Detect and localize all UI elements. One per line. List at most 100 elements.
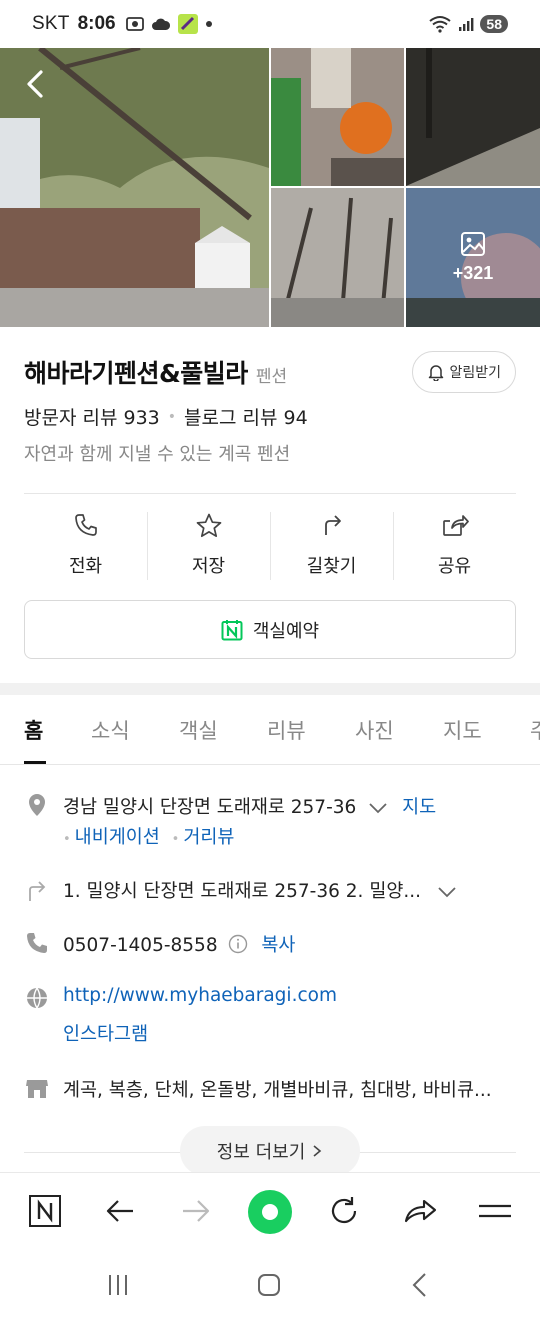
call-button-label: 전화 xyxy=(68,556,103,577)
call-button[interactable]: 전화 xyxy=(24,510,147,582)
separator-dot: • xyxy=(63,832,71,847)
save-button[interactable]: 저장 xyxy=(147,510,270,582)
more-info-button[interactable]: 정보 더보기 xyxy=(180,1126,360,1176)
directions-row[interactable]: 1. 밀양시 단장면 도래재로 257-36 2. 밀양... xyxy=(63,877,457,903)
browser-toolbar xyxy=(0,1172,540,1250)
route-arrow-icon xyxy=(29,881,46,901)
tab-photos[interactable]: 사진 xyxy=(355,715,394,745)
action-bar: 전화 저장 길찾기 공유 xyxy=(24,510,516,582)
bell-icon xyxy=(429,365,444,381)
signal-icon xyxy=(459,18,474,31)
share-icon xyxy=(442,515,469,536)
night-road-image xyxy=(406,48,540,186)
alarm-button[interactable]: 알림받기 xyxy=(412,351,516,393)
copy-phone-link[interactable]: 복사 xyxy=(261,935,295,956)
status-bar: SKT 8:06 58 xyxy=(0,0,540,48)
menu-button[interactable] xyxy=(475,1191,515,1231)
website-link[interactable]: http://www.myhaebaragi.com xyxy=(63,985,337,1006)
battery-level: 58 xyxy=(480,15,508,33)
info-circle-icon[interactable] xyxy=(228,934,248,954)
share-button[interactable] xyxy=(400,1191,440,1231)
wifi-icon xyxy=(429,16,452,33)
chevron-right-icon xyxy=(313,1145,322,1157)
chevron-down-icon[interactable] xyxy=(368,801,388,815)
green-dot-inner xyxy=(262,1204,278,1220)
photo-thumbnail-more[interactable]: +321 xyxy=(406,188,540,327)
home-icon xyxy=(258,1274,280,1296)
app-notification-icon xyxy=(177,14,198,34)
decorations-image xyxy=(271,48,404,186)
arrow-right-icon xyxy=(183,1200,210,1222)
chevron-left-icon xyxy=(412,1273,426,1297)
alarm-button-label: 알림받기 xyxy=(449,365,501,381)
more-photos-overlay[interactable]: +321 xyxy=(406,188,540,327)
instagram-link[interactable]: 인스타그램 xyxy=(63,1020,148,1046)
naver-home-button[interactable] xyxy=(25,1191,65,1231)
review-counts: 방문자 리뷰 933 • 블로그 리뷰 94 xyxy=(24,403,308,430)
phone-icon xyxy=(27,933,47,953)
directions-text: 1. 밀양시 단장면 도래재로 257-36 2. 밀양... xyxy=(63,881,421,902)
photo-thumbnail-2[interactable]: my xyxy=(406,48,540,186)
tab-news[interactable]: 소식 xyxy=(91,715,130,745)
hamburger-menu-icon xyxy=(479,1204,511,1218)
location-pin-icon xyxy=(29,794,45,816)
directions-button-label: 길찾기 xyxy=(306,556,357,577)
address-text: 경남 밀양시 단장면 도래재로 257-36 xyxy=(63,797,357,818)
address-row: 경남 밀양시 단장면 도래재로 257-36 지도 xyxy=(63,793,436,819)
photo-thumbnail-1[interactable] xyxy=(271,48,404,186)
share-button[interactable]: 공유 xyxy=(393,510,516,582)
home-button[interactable] xyxy=(251,1270,287,1300)
recent-apps-button[interactable] xyxy=(100,1270,136,1300)
screenshot-icon xyxy=(125,17,144,31)
more-info-label: 정보 더보기 xyxy=(216,1142,306,1163)
room-reservation-button[interactable]: 객실예약 xyxy=(24,600,516,659)
photo-thumbnail-3[interactable] xyxy=(271,188,404,327)
photo-count: +321 xyxy=(452,263,494,283)
tab-rooms[interactable]: 객실 xyxy=(179,715,218,745)
tab-reviews[interactable]: 리뷰 xyxy=(267,715,306,745)
arrow-left-icon xyxy=(106,1200,133,1222)
recent-apps-icon xyxy=(109,1275,127,1295)
map-link[interactable]: 지도 xyxy=(402,797,436,818)
section-divider xyxy=(0,683,540,695)
cherry-trees-image xyxy=(271,188,404,327)
tab-home[interactable]: 홈 xyxy=(24,715,43,745)
directions-button[interactable]: 길찾기 xyxy=(270,510,393,582)
photo-gallery: my +321 xyxy=(0,48,540,327)
place-category: 펜션 xyxy=(255,366,288,387)
place-description: 자연과 함께 지낼 수 있는 계곡 펜션 xyxy=(24,444,291,465)
gallery-icon xyxy=(461,232,485,256)
system-nav-bar xyxy=(0,1250,540,1320)
separator-dot: • xyxy=(167,408,177,425)
street-view-link[interactable]: 거리뷰 xyxy=(183,827,234,848)
address-sub-links: • 내비게이션 • 거리뷰 xyxy=(63,823,234,849)
blog-review-link[interactable]: 블로그 리뷰 94 xyxy=(184,403,308,430)
navigation-link[interactable]: 내비게이션 xyxy=(75,827,160,848)
tab-nearby[interactable]: 주 xyxy=(530,715,540,745)
naver-logo-icon xyxy=(29,1195,61,1227)
refresh-button[interactable] xyxy=(324,1191,364,1231)
more-notifications-dot-icon xyxy=(205,21,212,27)
visitor-review-link[interactable]: 방문자 리뷰 933 xyxy=(24,403,160,430)
place-header: 해바라기펜션&풀빌라 펜션 알림받기 xyxy=(24,350,516,394)
tab-bar: 홈 소식 객실 리뷰 사진 지도 주 xyxy=(0,695,540,765)
chevron-down-icon[interactable] xyxy=(437,885,457,899)
divider xyxy=(24,493,516,494)
phone-row: 0507-1405-8558 복사 xyxy=(63,931,295,957)
naver-booking-calendar-icon xyxy=(221,619,243,640)
system-back-button[interactable] xyxy=(402,1270,438,1300)
forward-button[interactable] xyxy=(176,1191,216,1231)
store-icon xyxy=(26,1080,48,1098)
back-arrow-icon[interactable] xyxy=(20,68,52,100)
phone-icon xyxy=(74,514,97,536)
amenities-text[interactable]: 계곡, 복층, 단체, 온돌방, 개별바비큐, 침대방, 바비큐... xyxy=(63,1076,492,1102)
globe-icon xyxy=(27,987,47,1009)
main-photo[interactable] xyxy=(0,48,269,327)
tab-map[interactable]: 지도 xyxy=(443,715,482,745)
share-button-label: 공유 xyxy=(437,556,472,577)
carrier-label: SKT xyxy=(32,13,70,34)
star-icon xyxy=(196,513,221,538)
green-dot-button[interactable] xyxy=(248,1190,292,1234)
back-button[interactable] xyxy=(100,1191,140,1231)
phone-number[interactable]: 0507-1405-8558 xyxy=(63,935,218,956)
